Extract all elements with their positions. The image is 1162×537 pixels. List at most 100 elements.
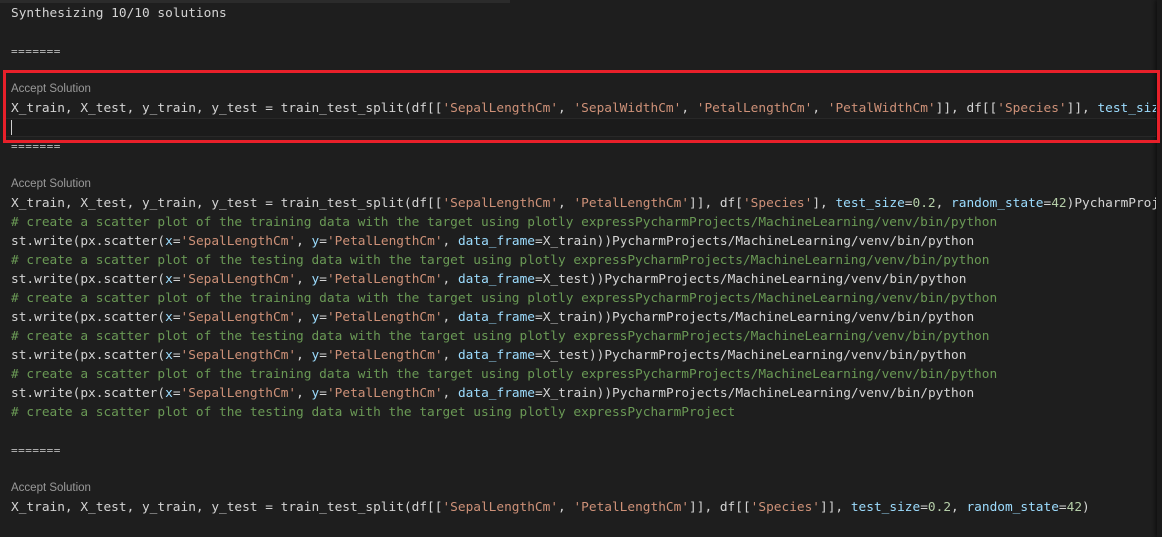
code-token: =X_test))PycharmProjects/MachineLearning… [535,272,967,287]
code-line: st.write(px.scatter(x='SepalLengthCm', y… [11,232,1156,251]
string-token: 'Species' [742,196,813,211]
code-line: st.write(px.scatter(x='SepalLengthCm', y… [11,308,1156,327]
comment-token: # create a scatter plot of the training … [11,215,998,230]
param-token: x [165,234,173,249]
code-token: , [442,310,458,325]
param-token: data_frame [457,272,536,287]
solution-code[interactable]: X_train, X_test, y_train, y_test = train… [11,498,1156,517]
string-token: 'SepalWidthCm' [573,101,682,116]
string-token: 'PetalLengthCm' [326,234,443,249]
param-token: x [165,348,173,363]
string-token: 'SepalLengthCm' [180,310,297,325]
solution-code[interactable]: X_train, X_test, y_train, y_test = train… [11,99,1156,118]
string-token: 'PetalLengthCm' [326,348,443,363]
code-token: , [296,272,312,287]
param-token: test_size [850,500,921,515]
string-token: 'PetalLengthCm' [573,196,690,211]
number-token: 42 [1066,500,1083,515]
string-token: 'SepalLengthCm' [442,500,559,515]
code-token: X_train, X_test, y_train, y_test = train… [11,500,443,515]
number-token: 0.2 [912,196,936,211]
code-token: , [681,101,697,116]
string-token: 'SepalLengthCm' [442,196,559,211]
solution-1: Accept Solution X_train, X_test, y_train… [3,80,1156,137]
solution-3: Accept Solution X_train, X_test, y_train… [11,479,1156,517]
comment-token: # create a scatter plot of the training … [11,367,998,382]
string-token: 'SepalLengthCm' [180,348,297,363]
code-line: X_train, X_test, y_train, y_test = train… [11,498,1156,517]
code-token: =X_train))PycharmProjects/MachineLearnin… [535,310,975,325]
code-comment-line: # create a scatter plot of the training … [11,365,1156,384]
copilot-solutions-panel: Synthesizing 10/10 solutions ======= Acc… [3,4,1156,517]
code-token: ]], [820,500,851,515]
code-token: ]], df[[ [935,101,998,116]
code-line: st.write(px.scatter(x='SepalLengthCm', y… [11,270,1156,289]
param-token: data_frame [457,234,536,249]
accept-solution-link[interactable]: Accept Solution [11,80,1156,99]
comment-token: # create a scatter plot of the testing d… [11,329,990,344]
code-token: = [319,348,327,363]
string-token: 'SepalLengthCm' [442,101,559,116]
code-token: = [172,348,181,363]
code-token: = [319,386,327,401]
code-token: )PycharmProj [1066,196,1156,211]
solution-2: Accept Solution X_train, X_test, y_train… [11,175,1156,422]
code-line: X_train, X_test, y_train, y_test = train… [11,99,1156,118]
code-token: , [442,348,458,363]
string-token: 'PetalLengthCm' [696,101,813,116]
code-token: st.write(px.scatter( [11,348,166,363]
code-token: , [935,196,952,211]
param-token: random_state [966,500,1059,515]
string-token: 'SepalLengthCm' [180,272,297,287]
vertical-scrollbar[interactable] [1157,0,1162,537]
code-token: , [442,234,458,249]
string-token: 'Species' [750,500,821,515]
param-token: random_state [951,196,1044,211]
comment-token: # create a scatter plot of the testing d… [11,405,736,420]
code-token: X_train, X_test, y_train, y_test = train… [11,196,443,211]
code-token: = [172,310,181,325]
string-token: 'Species' [997,101,1067,116]
synthesizing-status: Synthesizing 10/10 solutions [11,6,227,21]
separator: ======= [11,45,61,58]
code-token: = [319,272,327,287]
separator: ======= [11,140,61,153]
code-token: ], [812,196,836,211]
code-token: st.write(px.scatter( [11,310,166,325]
param-token: test_siz [1097,101,1156,116]
accept-solution-link[interactable]: Accept Solution [11,479,1156,498]
code-comment-line: # create a scatter plot of the testing d… [11,403,1156,422]
accept-solution-link[interactable]: Accept Solution [11,175,1156,194]
code-comment-line: # create a scatter plot of the testing d… [11,251,1156,270]
code-line: st.write(px.scatter(x='SepalLengthCm', y… [11,384,1156,403]
code-token: st.write(px.scatter( [11,234,166,249]
code-token: = [172,234,181,249]
solution-code[interactable]: X_train, X_test, y_train, y_test = train… [11,194,1156,422]
number-token: 42 [1051,196,1067,211]
code-token: , [296,386,312,401]
code-token: , [442,272,458,287]
string-token: 'PetalWidthCm' [827,101,936,116]
param-token: data_frame [457,386,536,401]
code-token: , [558,196,574,211]
code-token: , [558,101,574,116]
current-line[interactable] [3,118,1156,137]
code-token: =X_train))PycharmProjects/MachineLearnin… [535,234,975,249]
comment-token: # create a scatter plot of the training … [11,291,998,306]
code-token: st.write(px.scatter( [11,272,166,287]
comment-token: # create a scatter plot of the testing d… [11,253,990,268]
param-token: x [165,272,173,287]
string-token: 'PetalLengthCm' [326,386,443,401]
code-token: = [920,500,928,515]
code-token: =X_test))PycharmProjects/MachineLearning… [535,348,967,363]
string-token: 'SepalLengthCm' [180,386,297,401]
string-token: 'SepalLengthCm' [180,234,297,249]
string-token: 'PetalLengthCm' [573,500,690,515]
code-token: ]], df[ [689,196,743,211]
param-token: x [165,386,173,401]
code-token: ]], df[[ [689,500,751,515]
separator: ======= [11,444,61,457]
code-token: = [172,272,181,287]
code-token: , [442,386,458,401]
code-token: X_train, X_test, y_train, y_test = train… [11,101,443,116]
